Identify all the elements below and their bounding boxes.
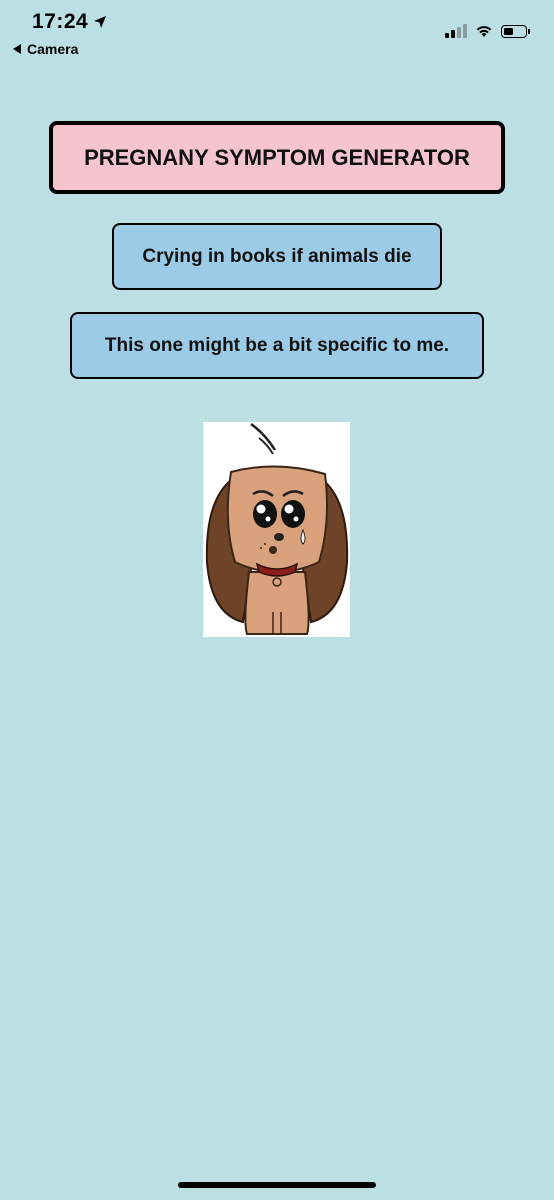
symptom-button[interactable]: Crying in books if animals die — [112, 223, 442, 290]
home-indicator[interactable] — [178, 1182, 376, 1188]
note-button[interactable]: This one might be a bit specific to me. — [70, 312, 484, 379]
battery-icon — [501, 24, 530, 38]
sad-puppy-image — [203, 422, 350, 637]
clock: 17:24 — [32, 10, 107, 34]
cellular-signal-icon — [445, 24, 467, 38]
back-to-camera-link[interactable]: Camera — [13, 41, 78, 57]
back-arrow-icon — [13, 44, 21, 54]
time-label: 17:24 — [32, 10, 89, 33]
page-title: PREGNANY SYMPTOM GENERATOR — [49, 121, 505, 194]
back-label: Camera — [27, 41, 79, 57]
sad-puppy-icon — [205, 422, 349, 635]
location-arrow-icon — [94, 16, 107, 28]
status-icons — [445, 24, 530, 38]
status-bar: 17:24 Camera — [0, 0, 554, 62]
wifi-icon — [476, 26, 492, 37]
